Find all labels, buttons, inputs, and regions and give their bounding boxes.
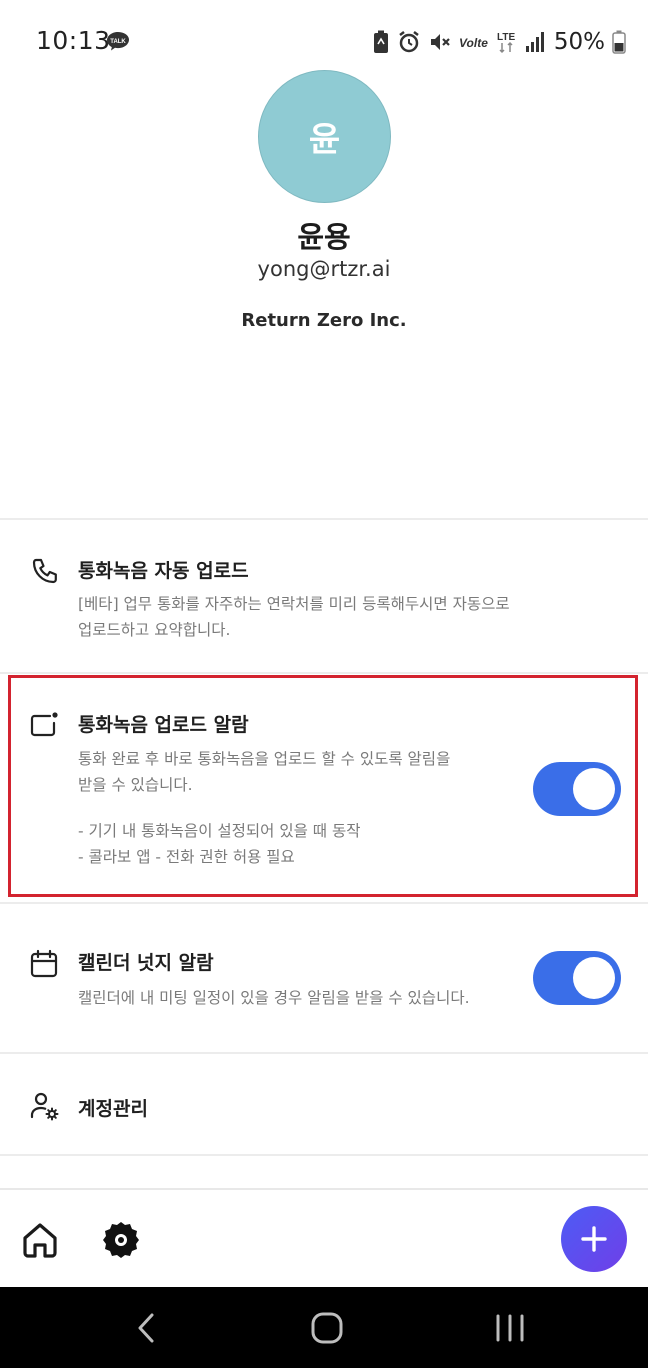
mute-icon [430, 34, 450, 50]
setting-title: 통화녹음 자동 업로드 [78, 560, 249, 582]
profile-name: 윤용 [297, 220, 351, 254]
profile-organization: Return Zero Inc. [241, 310, 407, 331]
upload-alarm-toggle[interactable] [533, 762, 621, 816]
setting-account-management[interactable]: 계정관리 [0, 1054, 648, 1154]
settings-icon[interactable] [100, 1219, 142, 1261]
notification-icon [30, 712, 58, 737]
setting-calendar-nudge[interactable]: 캘린더 넛지 알람 캘린더에 내 미팅 일정이 있을 경우 알림을 받을 수 있… [0, 904, 648, 1052]
add-button[interactable] [561, 1206, 627, 1272]
setting-notes: - 기기 내 통화녹음이 설정되어 있을 때 동작 - 콜라보 앱 - 전화 권… [78, 822, 361, 866]
volte-icon: Volte [459, 36, 488, 50]
bottom-nav [0, 1188, 648, 1286]
lte-icon: LTE [497, 32, 515, 54]
profile-email: yong@rtzr.ai [257, 257, 391, 281]
plus-icon [581, 1226, 607, 1252]
status-time: 10:13 [36, 26, 111, 55]
alarm-icon [399, 31, 419, 53]
back-icon[interactable] [132, 1311, 162, 1345]
toggle-knob [573, 957, 615, 999]
system-home-icon[interactable] [310, 1311, 344, 1345]
account-settings-icon [30, 1092, 59, 1121]
volte-text: Volte [459, 36, 488, 50]
divider [0, 1154, 648, 1156]
setting-description: 캘린더에 내 미팅 일정이 있을 경우 알림을 받을 수 있습니다. [78, 989, 470, 1007]
recent-apps-icon[interactable] [493, 1312, 527, 1344]
talk-badge-text: TALK [110, 39, 126, 45]
avatar-initial: 윤 [308, 120, 341, 160]
signal-icon [525, 32, 544, 52]
phone-icon [32, 558, 57, 584]
toggle-knob [573, 768, 615, 810]
battery-icon [612, 30, 626, 54]
battery-percent: 50% [553, 29, 605, 55]
setting-upload-alarm[interactable]: 통화녹음 업로드 알람 통화 완료 후 바로 통화녹음을 업로드 할 수 있도록… [0, 674, 648, 900]
setting-title: 계정관리 [78, 1098, 148, 1120]
setting-title: 통화녹음 업로드 알람 [78, 714, 249, 736]
setting-auto-upload[interactable]: 통화녹음 자동 업로드 [베타] 업무 통화를 자주하는 연락처를 미리 등록해… [0, 520, 648, 672]
battery-saver-icon [373, 30, 388, 53]
lte-text: LTE [497, 32, 515, 43]
setting-description: 통화 완료 후 바로 통화녹음을 업로드 할 수 있도록 알림을 받을 수 있습… [78, 750, 451, 794]
kakaotalk-notification-icon: TALK [107, 32, 129, 51]
home-icon[interactable] [20, 1220, 60, 1260]
avatar: 윤 [258, 70, 391, 203]
system-navigation-bar [0, 1287, 648, 1368]
setting-title: 캘린더 넛지 알람 [78, 952, 214, 974]
setting-description: [베타] 업무 통화를 자주하는 연락처를 미리 등록해두시면 자동으로 업로드… [78, 595, 510, 639]
calendar-icon [30, 949, 58, 978]
calendar-nudge-toggle[interactable] [533, 951, 621, 1005]
status-icons: Volte LTE 50% [372, 26, 626, 58]
